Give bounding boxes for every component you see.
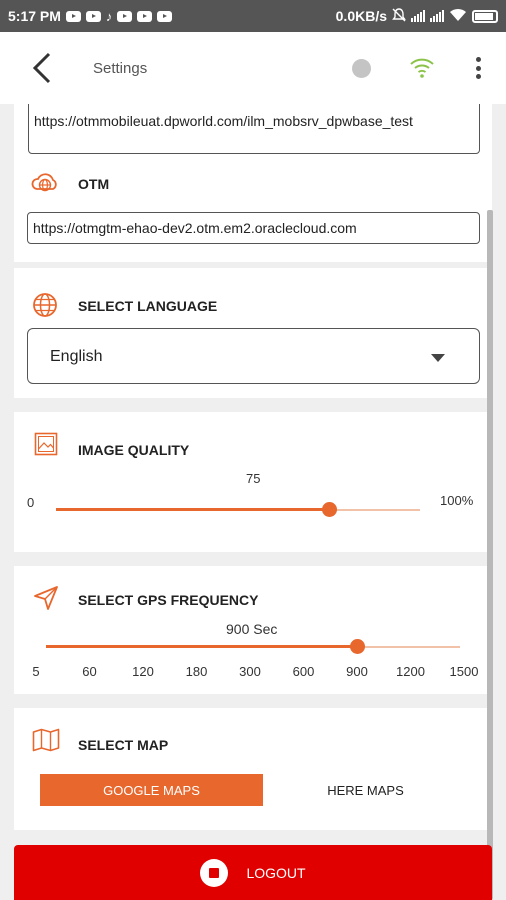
language-dropdown[interactable]: English xyxy=(27,328,480,384)
youtube-notification-icon xyxy=(65,10,81,22)
settings-content: https://otmmobileuat.dpworld.com/ilm_mob… xyxy=(0,104,506,900)
gps-frequency-tick: 60 xyxy=(82,664,97,679)
youtube-notification-icon xyxy=(117,10,133,22)
youtube-notification-icon xyxy=(157,10,173,22)
image-quality-value: 75 xyxy=(246,471,261,486)
status-time: 5:17 PM xyxy=(8,8,61,24)
gps-frequency-card: SELECT GPS FREQUENCY 900 Sec 5 60 120 180 30… xyxy=(14,566,492,694)
gps-frequency-tick: 600 xyxy=(292,664,315,679)
chevron-down-icon xyxy=(431,354,445,362)
image-quality-max: 100% xyxy=(440,493,474,508)
image-quality-label: IMAGE QUALITY xyxy=(78,442,190,458)
youtube-notification-icon xyxy=(137,10,153,22)
gps-frequency-tick: 5 xyxy=(32,664,40,679)
gps-frequency-fill xyxy=(46,645,357,648)
app-bar: Settings xyxy=(0,32,506,104)
status-bar-left: 5:17 PM ♪ xyxy=(8,8,173,24)
battery-icon xyxy=(472,9,498,23)
gps-frequency-tick: 1200 xyxy=(396,664,425,679)
mute-bell-icon xyxy=(392,7,406,25)
navigation-arrow-icon xyxy=(34,586,58,610)
logout-label: LOGOUT xyxy=(246,864,306,881)
wifi-status-icon xyxy=(449,8,467,25)
back-arrow-icon xyxy=(32,52,51,84)
map-icon xyxy=(32,728,60,752)
map-card: SELECT MAP GOOGLE MAPS HERE MAPS xyxy=(14,708,492,830)
language-card: SELECT LANGUAGE English xyxy=(14,268,492,398)
google-maps-button[interactable]: GOOGLE MAPS xyxy=(40,774,263,806)
page-title: Settings xyxy=(93,60,148,77)
status-bar: 5:17 PM ♪ 0.0KB/s xyxy=(0,0,506,32)
cloud-globe-icon xyxy=(31,173,57,192)
select-language-label: SELECT LANGUAGE xyxy=(78,298,218,314)
otm-label: OTM xyxy=(78,176,110,192)
scrollbar[interactable] xyxy=(487,210,493,900)
image-quality-card: IMAGE QUALITY 75 0 100% xyxy=(14,412,492,552)
signal-icon xyxy=(411,10,425,22)
globe-icon xyxy=(33,293,57,317)
gps-frequency-value: 900 Sec xyxy=(226,621,278,637)
back-button[interactable] xyxy=(22,48,62,88)
image-icon xyxy=(34,432,58,456)
wifi-icon[interactable] xyxy=(408,56,436,80)
gps-frequency-thumb[interactable] xyxy=(349,639,365,654)
gps-frequency-tick: 300 xyxy=(239,664,261,679)
image-quality-min: 0 xyxy=(27,495,35,510)
gps-frequency-label: SELECT GPS FREQUENCY xyxy=(78,592,259,608)
language-selected: English xyxy=(50,348,103,365)
network-speed: 0.0KB/s xyxy=(335,8,387,24)
gps-frequency-tick: 1500 xyxy=(449,664,479,679)
server-card: https://otmmobileuat.dpworld.com/ilm_mob… xyxy=(14,104,492,262)
image-quality-fill xyxy=(56,508,329,511)
here-maps-button[interactable]: HERE MAPS xyxy=(274,774,457,806)
select-map-label: SELECT MAP xyxy=(78,737,169,753)
gps-frequency-tick: 180 xyxy=(185,664,208,679)
gps-frequency-tick: 120 xyxy=(132,664,154,679)
stop-icon xyxy=(200,858,229,887)
gps-frequency-tick: 900 xyxy=(346,664,368,679)
server-url-field[interactable]: https://otmmobileuat.dpworld.com/ilm_mob… xyxy=(28,104,480,154)
youtube-notification-icon xyxy=(85,10,101,22)
signal-icon xyxy=(430,10,444,22)
tiktok-notification-icon: ♪ xyxy=(105,8,113,24)
image-quality-thumb[interactable] xyxy=(321,502,337,517)
more-options-button[interactable] xyxy=(470,54,486,82)
logout-button[interactable]: LOGOUT xyxy=(14,845,492,900)
otm-url-field[interactable]: https://otmgtm-ehao-dev2.otm.em2.oraclec… xyxy=(27,212,480,244)
status-bar-right: 0.0KB/s xyxy=(335,7,498,25)
status-dot-icon[interactable] xyxy=(352,59,371,78)
